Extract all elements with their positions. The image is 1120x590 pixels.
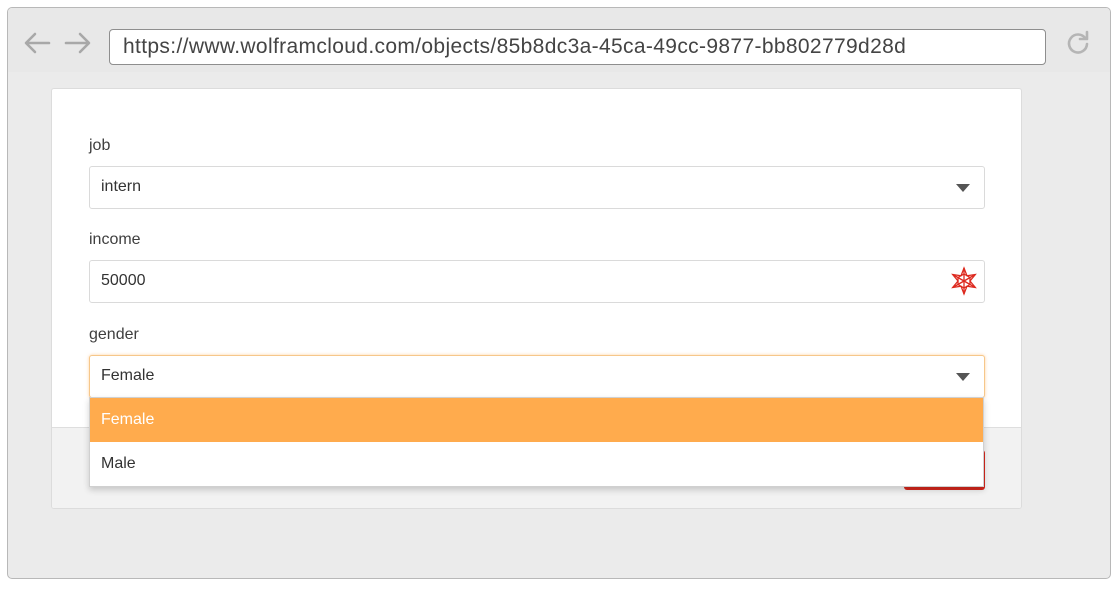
job-value: intern [101,178,142,195]
reload-button[interactable] [1064,30,1092,58]
reload-icon [1067,30,1089,54]
gender-dropdown-menu: Female Male [89,397,984,487]
dropdown-option-female[interactable]: Female [90,398,983,442]
back-button[interactable] [22,30,52,56]
wolfram-spikey-icon [951,266,977,296]
job-label: job [89,137,111,154]
url-bar[interactable]: https://www.wolframcloud.com/objects/85b… [109,29,1046,65]
gender-label: gender [89,326,139,343]
arrow-right-icon [64,32,91,54]
gender-value: Female [101,367,155,384]
income-label: income [89,231,141,248]
forward-button[interactable] [63,30,93,56]
arrow-left-icon [24,32,51,54]
income-value: 50000 [101,272,146,289]
job-select[interactable]: intern [89,166,985,209]
chevron-down-icon [956,184,970,192]
gender-select[interactable]: Female [89,355,985,398]
dropdown-option-male[interactable]: Male [90,442,983,486]
income-input[interactable]: 50000 [89,260,985,303]
chevron-down-icon [956,373,970,381]
browser-toolbar: https://www.wolframcloud.com/objects/85b… [8,8,1110,72]
